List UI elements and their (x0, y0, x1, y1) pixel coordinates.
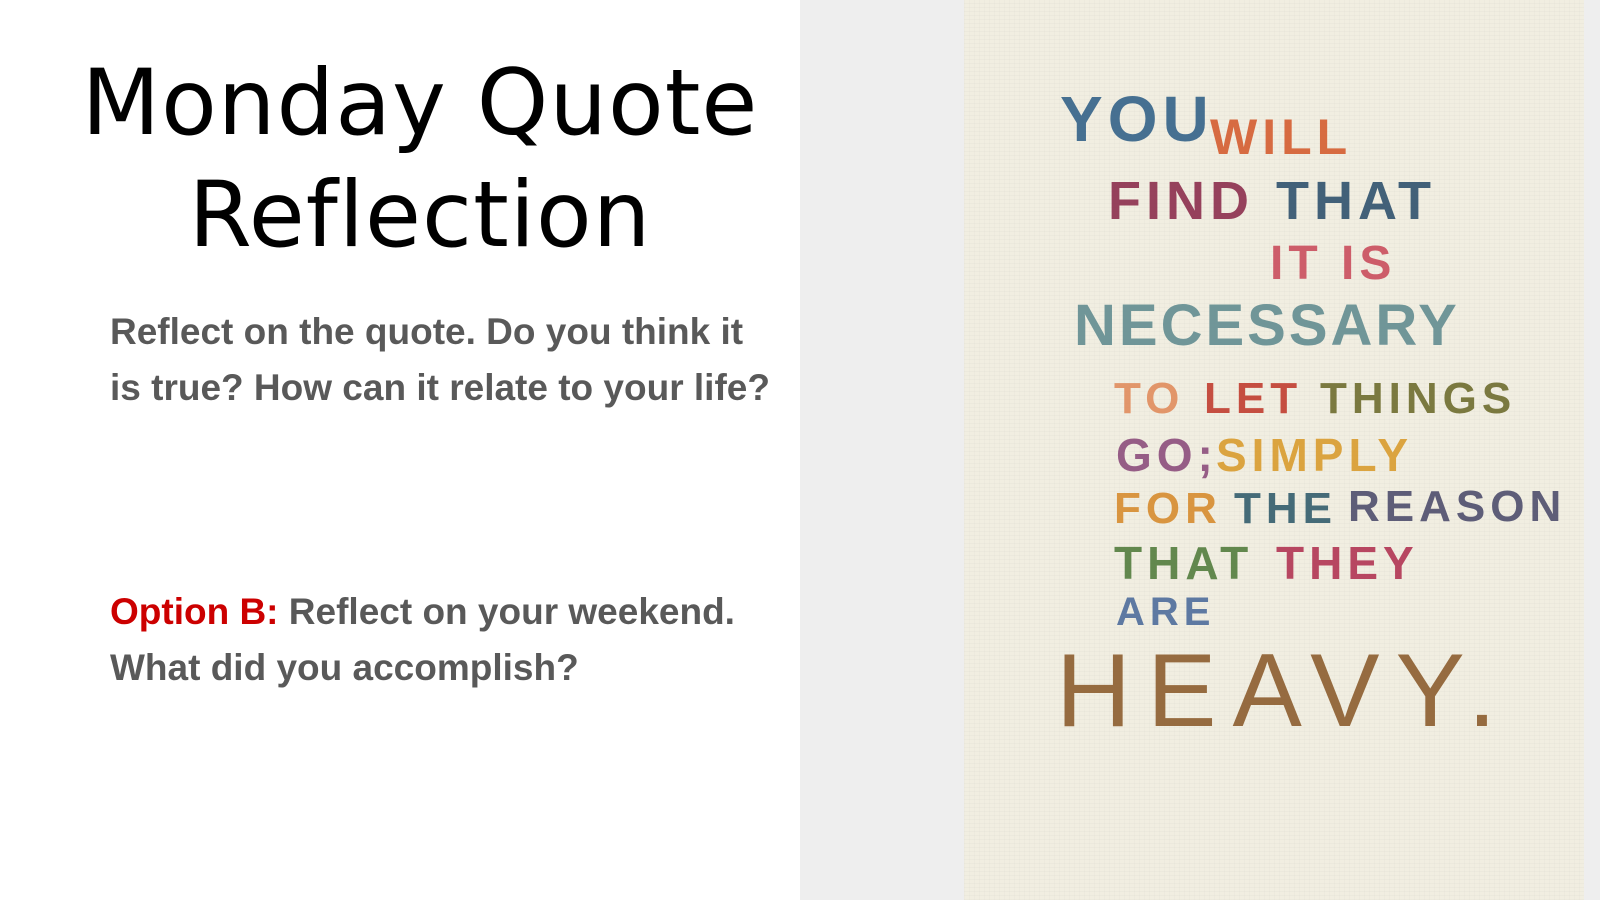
quote-word-the: THE (1234, 484, 1337, 533)
slide: Monday Quote Reflection Reflect on the q… (0, 0, 1600, 900)
quote-word-go: GO; (1116, 429, 1218, 481)
reflection-prompt: Reflect on the quote. Do you think it is… (110, 311, 770, 408)
quote-word-to: TO (1114, 374, 1185, 423)
slide-title: Monday Quote Reflection (30, 48, 810, 272)
option-b-prompt: Option B: Reflect on your weekend. What … (110, 584, 770, 696)
quote-word-reason: REASON (1348, 482, 1567, 531)
quote-word-for: FOR (1114, 484, 1222, 533)
quote-word-that-1: THAT (1276, 171, 1436, 231)
quote-image: YOU WILL FIND THAT IT IS NECESSARY TO LE… (964, 0, 1584, 900)
quote-word-they: THEY (1276, 537, 1419, 589)
quote-word-that-2: THAT (1114, 537, 1254, 589)
quote-word-things: THINGS (1320, 374, 1517, 423)
quote-word-it-is: IT IS (1270, 237, 1397, 290)
quote-word-heavy: HEAVY. (1056, 633, 1513, 749)
quote-word-necessary: NECESSARY (1074, 293, 1460, 358)
quote-word-you: YOU (1060, 83, 1214, 155)
quote-word-find: FIND (1108, 171, 1254, 231)
title-line-1: Monday Quote (81, 51, 759, 156)
quote-word-simply: SIMPLY (1216, 429, 1414, 481)
quote-word-are: ARE (1116, 590, 1216, 634)
option-b-label: Option B: (110, 591, 279, 632)
quote-word-let: LET (1204, 374, 1303, 423)
text-panel: Monday Quote Reflection Reflect on the q… (0, 0, 800, 900)
title-line-2: Reflection (188, 163, 652, 268)
quote-word-will: WILL (1210, 109, 1353, 165)
